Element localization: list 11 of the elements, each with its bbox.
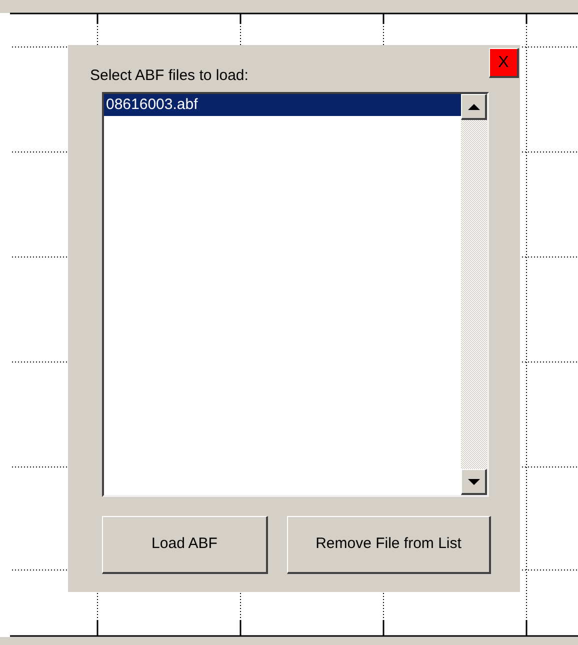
list-label: Select ABF files to load: <box>90 66 248 86</box>
file-item[interactable]: 08616003.abf <box>104 94 461 116</box>
load-button[interactable]: Load ABF <box>102 516 268 574</box>
scroll-down-button[interactable] <box>461 469 487 495</box>
close-button[interactable]: X <box>489 48 519 78</box>
scroll-up-button[interactable] <box>461 94 487 120</box>
remove-button[interactable]: Remove File from List <box>287 516 491 574</box>
up-arrow-icon <box>468 104 480 110</box>
scrollbar[interactable] <box>461 94 487 495</box>
down-arrow-icon <box>468 478 480 484</box>
file-list[interactable]: 08616003.abf <box>102 92 489 497</box>
